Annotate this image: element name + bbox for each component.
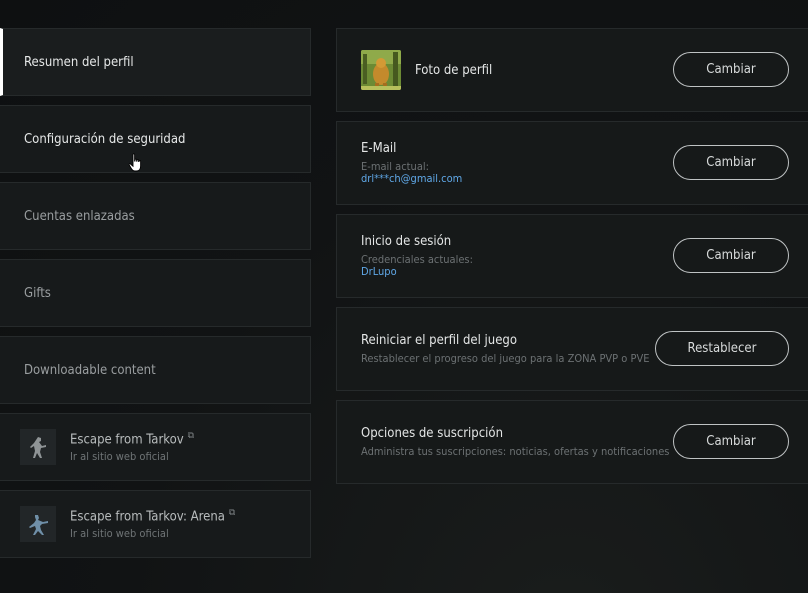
sidebar-item-label: Downloadable content [24, 362, 156, 378]
sidebar-item-label: Gifts [24, 285, 51, 301]
external-link-title: Escape from Tarkov: Arena ⧉ [70, 508, 236, 525]
reset-profile-card: Reiniciar el perfil del juego Restablece… [336, 307, 808, 391]
card-title: Reiniciar el perfil del juego [361, 333, 517, 348]
sidebar-item-label: Cuentas enlazadas [24, 208, 135, 224]
main-content: Foto de perfil Cambiar E-Mail E-mail act… [336, 28, 808, 493]
external-link-icon: ⧉ [187, 431, 195, 442]
external-link-subtitle: Ir al sitio web oficial [70, 449, 169, 463]
external-link-title: Escape from Tarkov ⧉ [70, 431, 195, 448]
sidebar-item-profile-summary[interactable]: Resumen del perfil [0, 28, 311, 96]
card-title: Foto de perfil [415, 62, 493, 78]
arena-soldier-icon [20, 506, 56, 542]
email-card: E-Mail E-mail actual: drl***ch@gmail.com… [336, 121, 808, 205]
tarkov-soldier-icon [20, 429, 56, 465]
change-photo-button[interactable]: Cambiar [673, 52, 789, 87]
change-subscription-button[interactable]: Cambiar [673, 424, 789, 459]
external-link-icon: ⧉ [228, 508, 236, 519]
external-link-tarkov-arena[interactable]: Escape from Tarkov: Arena ⧉ Ir al sitio w… [0, 490, 311, 558]
card-title: E-Mail [361, 141, 397, 156]
external-link-tarkov[interactable]: Escape from Tarkov ⧉ Ir al sitio web ofic… [0, 413, 311, 481]
card-title: Inicio de sesión [361, 234, 452, 249]
sidebar-item-label: Resumen del perfil [24, 54, 134, 70]
change-email-button[interactable]: Cambiar [673, 145, 789, 180]
avatar [361, 50, 401, 90]
profile-photo-card: Foto de perfil Cambiar [336, 28, 808, 112]
sidebar-item-linked-accounts[interactable]: Cuentas enlazadas [0, 182, 311, 250]
card-sublabel: Restablecer el progreso del juego para l… [361, 352, 650, 365]
card-title: Opciones de suscripción [361, 426, 503, 441]
sidebar-item-gifts[interactable]: Gifts [0, 259, 311, 327]
subscription-card: Opciones de suscripción Administra tus s… [336, 400, 808, 484]
current-login-value: DrLupo [361, 265, 397, 278]
sidebar: Resumen del perfil Configuración de segu… [0, 28, 311, 567]
sidebar-item-downloadable-content[interactable]: Downloadable content [0, 336, 311, 404]
login-card: Inicio de sesión Credenciales actuales: … [336, 214, 808, 298]
reset-profile-button[interactable]: Restablecer [655, 331, 789, 366]
sidebar-item-label: Configuración de seguridad [24, 131, 186, 147]
sidebar-item-security-settings[interactable]: Configuración de seguridad [0, 105, 311, 173]
current-email-value: drl***ch@gmail.com [361, 172, 463, 185]
change-login-button[interactable]: Cambiar [673, 238, 789, 273]
hand-cursor-icon [128, 153, 142, 172]
external-link-subtitle: Ir al sitio web oficial [70, 526, 169, 540]
card-sublabel: Administra tus suscripciones: noticias, … [361, 445, 670, 458]
